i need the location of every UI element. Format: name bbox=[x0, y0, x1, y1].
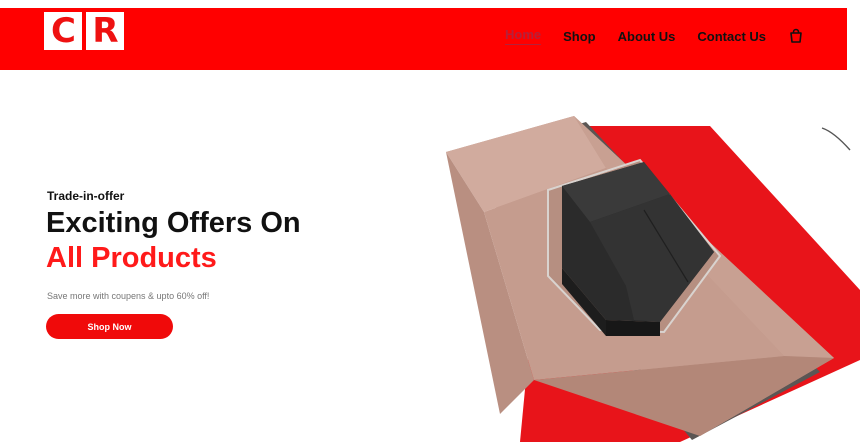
brand-logo[interactable]: C R bbox=[44, 12, 124, 50]
nav-about-us[interactable]: About Us bbox=[618, 29, 676, 44]
site-header: C R Home Shop About Us Contact Us bbox=[0, 8, 847, 70]
hero-title-line2: All Products bbox=[46, 242, 217, 274]
hero-subtitle: Save more with coupens & upto 60% off! bbox=[47, 291, 210, 301]
logo-letter-r: R bbox=[86, 12, 124, 50]
shop-now-button[interactable]: Shop Now bbox=[46, 314, 173, 339]
hero-title-line1: Exciting Offers On bbox=[46, 207, 301, 239]
nav-contact-us[interactable]: Contact Us bbox=[697, 29, 766, 44]
nav-shop[interactable]: Shop bbox=[563, 29, 596, 44]
logo-letter-c: C bbox=[44, 12, 82, 50]
hero-eyebrow: Trade-in-offer bbox=[47, 189, 125, 203]
nav-home[interactable]: Home bbox=[505, 27, 542, 45]
page: C R Home Shop About Us Contact Us Trade-… bbox=[0, 0, 860, 442]
main-nav: Home Shop About Us Contact Us bbox=[505, 27, 804, 45]
shopping-bag-icon[interactable] bbox=[788, 28, 804, 44]
hero-product-image bbox=[430, 110, 860, 442]
